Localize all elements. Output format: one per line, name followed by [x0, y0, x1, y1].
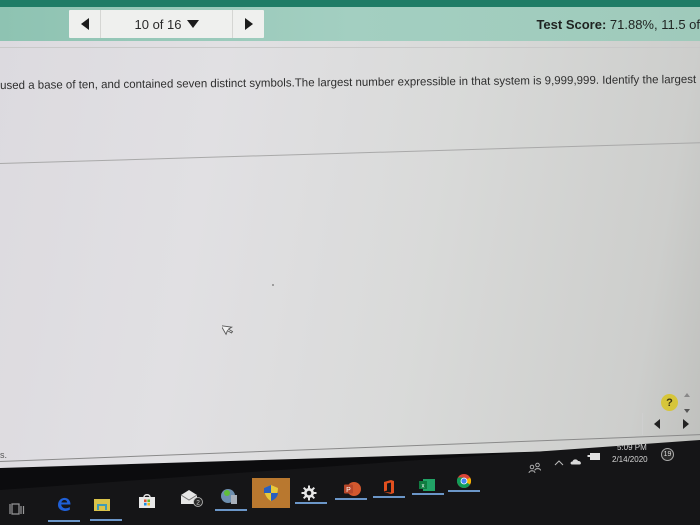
taskbar-powerpoint[interactable]: P	[343, 481, 361, 497]
taskbar-app-globe[interactable]	[220, 488, 238, 504]
test-score: Test Score: 71.88%, 11.5 of	[536, 17, 700, 32]
shield-icon	[264, 485, 278, 501]
running-indicator	[373, 496, 405, 498]
task-view-icon	[9, 503, 25, 515]
people-icon	[528, 462, 541, 474]
store-icon	[139, 494, 155, 508]
running-indicator	[48, 520, 80, 522]
mail-icon: 2	[180, 490, 203, 507]
caret-down-icon	[186, 20, 199, 28]
footer-prev-button[interactable]	[643, 413, 672, 435]
taskbar-office[interactable]	[380, 479, 398, 495]
running-indicator	[215, 509, 247, 511]
mouse-cursor-icon	[222, 325, 234, 336]
divider	[0, 47, 700, 48]
taskbar-task-view[interactable]	[8, 501, 26, 517]
test-score-value: 71.88%, 11.5 of	[606, 17, 700, 32]
office-icon	[384, 480, 394, 494]
taskbar-file-explorer[interactable]	[93, 497, 111, 513]
tray-network[interactable]	[587, 451, 601, 461]
speck	[272, 284, 274, 286]
taskbar-mail[interactable]: 2	[180, 490, 204, 507]
arrow-right-icon	[244, 18, 253, 30]
chrome-icon	[457, 474, 471, 488]
browser-page: 10 of 16 Test Score: 71.88%, 11.5 of use…	[0, 0, 700, 468]
question-pager: 10 of 16	[69, 10, 264, 38]
previous-question-button[interactable]	[69, 10, 101, 38]
mail-badge: 2	[196, 499, 200, 506]
running-indicator	[90, 519, 122, 521]
scroll-up-icon	[684, 393, 690, 397]
help-button[interactable]: ?	[661, 394, 678, 411]
tray-onedrive[interactable]	[570, 457, 582, 465]
arrow-left-icon	[654, 419, 661, 429]
taskbar-settings[interactable]	[300, 485, 318, 501]
divider	[0, 141, 700, 164]
top-accent-strip	[0, 0, 700, 7]
tray-people[interactable]	[528, 462, 542, 474]
cloud-icon	[570, 458, 581, 464]
svg-text:x: x	[422, 484, 425, 490]
arrow-right-icon	[682, 419, 689, 429]
arrow-left-icon	[80, 18, 89, 30]
taskbar-excel[interactable]: x	[418, 477, 436, 493]
running-indicator	[412, 493, 444, 495]
tray-date[interactable]: 2/14/2020	[612, 455, 648, 464]
gear-icon	[301, 485, 317, 501]
running-indicator	[295, 502, 327, 504]
taskbar-chrome[interactable]	[455, 473, 473, 489]
taskbar-security-active[interactable]	[252, 478, 290, 508]
question-counter: 10 of 16	[134, 16, 182, 32]
help-icon: ?	[666, 396, 673, 409]
globe-app-icon	[221, 489, 237, 504]
test-score-label: Test Score:	[536, 17, 607, 32]
chevron-up-icon	[554, 460, 564, 466]
footer-text: s.	[0, 450, 8, 460]
footer-next-button[interactable]	[672, 413, 700, 435]
question-text: used a base of ten, and contained seven …	[0, 73, 700, 92]
running-indicator	[448, 490, 480, 492]
notification-count: 19	[663, 451, 672, 458]
next-question-button[interactable]	[232, 10, 264, 38]
powerpoint-icon: P	[344, 482, 361, 496]
mini-scrollbar[interactable]	[683, 393, 691, 413]
running-indicator	[335, 498, 367, 500]
tray-show-hidden[interactable]	[554, 459, 564, 467]
action-center-button[interactable]: 19	[661, 448, 674, 461]
edge-icon	[58, 497, 71, 511]
taskbar-edge[interactable]	[55, 496, 73, 512]
excel-icon: x	[419, 479, 435, 491]
footer-nav	[642, 413, 700, 435]
network-icon	[587, 452, 600, 460]
folder-icon	[94, 499, 110, 511]
svg-text:P: P	[346, 487, 351, 494]
question-select-dropdown[interactable]: 10 of 16	[101, 10, 232, 38]
taskbar-store[interactable]	[138, 493, 156, 509]
